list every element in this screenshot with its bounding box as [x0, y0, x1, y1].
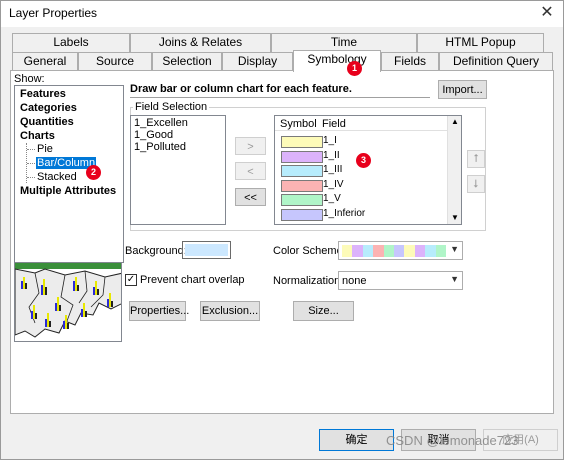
tree-item-stacked[interactable]: Stacked — [37, 171, 77, 183]
scroll-down-icon[interactable]: ▼ — [451, 213, 459, 222]
exclusion-button[interactable]: Exclusion... — [200, 301, 260, 321]
field-column-header: Field — [322, 118, 346, 130]
watermark-text: CSDN @lemonade723 — [386, 433, 519, 448]
symbol-field-name: 1_IV — [323, 178, 344, 190]
background-color-button[interactable] — [182, 241, 231, 259]
annotation-badge-2: 2 — [86, 165, 101, 180]
symbol-column-header: Symbol — [280, 118, 317, 130]
color-scheme-swatch — [394, 245, 405, 257]
symbol-row[interactable]: 1_III — [277, 164, 461, 177]
tree-item-multiple-attributes[interactable]: Multiple Attributes — [20, 185, 116, 197]
symbol-swatch[interactable] — [281, 150, 323, 163]
normalization-label: Normalization: — [273, 275, 344, 287]
tree-connector — [27, 163, 35, 164]
field-item[interactable]: 1_Excellen — [134, 117, 188, 129]
tree-item-pie[interactable]: Pie — [37, 143, 53, 155]
color-scheme-preview — [342, 245, 447, 257]
color-scheme-swatch — [373, 245, 384, 257]
tab-fields[interactable]: Fields — [381, 52, 439, 71]
chart-preview-image — [14, 262, 122, 342]
color-scheme-swatch — [425, 245, 436, 257]
tab-labels[interactable]: Labels — [12, 33, 130, 52]
symbol-row[interactable]: 1_Inferior — [277, 207, 461, 221]
prevent-overlap-checkbox[interactable]: ✓ — [125, 274, 137, 286]
symbol-field-name: 1_II — [323, 149, 340, 161]
window-title: Layer Properties — [9, 6, 98, 20]
color-scheme-label: Color Scheme: — [273, 245, 346, 257]
symbol-field-name: 1_Inferior — [323, 207, 366, 219]
symbology-panel: Show: Features Categories Quantities Cha… — [10, 70, 554, 414]
tab-source[interactable]: Source — [78, 52, 152, 71]
move-up-icon[interactable]: ⭡ — [467, 150, 485, 168]
tree-item-charts[interactable]: Charts — [20, 130, 55, 142]
ok-button[interactable]: 确定 — [319, 429, 394, 451]
symbol-field-name: 1_V — [323, 193, 341, 204]
symbol-row[interactable]: 1_I — [277, 135, 461, 148]
close-icon[interactable]: ✕ — [537, 3, 557, 23]
color-scheme-swatch — [383, 245, 395, 257]
tree-connector — [27, 149, 35, 150]
color-scheme-swatch — [435, 245, 447, 257]
properties-button[interactable]: Properties... — [129, 301, 189, 321]
chevron-down-icon[interactable]: ▼ — [450, 244, 459, 254]
chevron-down-icon[interactable]: ▼ — [450, 274, 459, 284]
normalization-value: none — [342, 275, 367, 287]
add-field-button[interactable]: > — [235, 137, 266, 155]
color-scheme-dropdown[interactable]: ▼ — [338, 241, 463, 260]
field-selection-label: Field Selection — [133, 101, 210, 113]
tab-general[interactable]: General — [12, 52, 78, 71]
color-scheme-swatch — [352, 245, 363, 257]
symbol-field-name: 1_III — [323, 164, 343, 175]
symbol-swatch[interactable] — [281, 165, 323, 177]
color-scheme-swatch — [414, 245, 426, 257]
symbol-field-list[interactable]: Symbol Field 1_I 1_II 1_III 1_IV 1_V 1_Inferi… — [274, 115, 462, 225]
normalization-dropdown[interactable]: none ▼ — [338, 271, 463, 290]
tab-display[interactable]: Display — [222, 52, 293, 71]
remove-field-button[interactable]: < — [235, 162, 266, 180]
tree-item-categories[interactable]: Categories — [20, 102, 77, 114]
color-scheme-swatch — [362, 245, 374, 257]
show-tree: Features Categories Quantities Charts Pi… — [14, 85, 124, 263]
layer-properties-dialog: Layer Properties ✕ Labels Joins & Relate… — [0, 0, 564, 460]
symbol-swatch[interactable] — [281, 136, 323, 148]
symbol-swatch[interactable] — [281, 208, 323, 221]
import-button[interactable]: Import... — [438, 80, 487, 99]
symbol-list-scrollbar[interactable]: ▲ ▼ — [447, 116, 461, 224]
tree-connector — [27, 177, 35, 178]
color-scheme-swatch — [342, 245, 353, 257]
available-fields-list[interactable]: 1_Excellen 1_Good 1_Polluted — [130, 115, 226, 225]
symbol-swatch[interactable] — [281, 194, 323, 206]
show-label: Show: — [14, 73, 45, 85]
title-bar: Layer Properties ✕ — [1, 1, 563, 27]
symbol-field-name: 1_I — [323, 135, 337, 146]
tab-selection[interactable]: Selection — [152, 52, 222, 71]
field-item[interactable]: 1_Polluted — [134, 141, 186, 153]
prevent-overlap-label: Prevent chart overlap — [140, 274, 245, 286]
annotation-badge-3: 3 — [356, 153, 371, 168]
color-scheme-swatch — [404, 245, 415, 257]
tab-html-popup[interactable]: HTML Popup — [417, 33, 544, 52]
annotation-badge-1: 1 — [347, 61, 362, 76]
tab-joins-relates[interactable]: Joins & Relates — [130, 33, 271, 52]
field-item[interactable]: 1_Good — [134, 129, 173, 141]
tree-item-quantities[interactable]: Quantities — [20, 116, 74, 128]
symbol-row[interactable]: 1_V — [277, 193, 461, 206]
chart-description: Draw bar or column chart for each featur… — [130, 83, 352, 95]
size-button[interactable]: Size... — [293, 301, 354, 321]
move-down-icon[interactable]: ⭣ — [467, 175, 485, 193]
symbol-swatch[interactable] — [281, 179, 323, 192]
tab-symbology[interactable]: Symbology — [293, 50, 381, 72]
symbol-list-header: Symbol Field — [275, 116, 461, 131]
tab-definition-query[interactable]: Definition Query — [439, 52, 553, 71]
scroll-up-icon[interactable]: ▲ — [451, 117, 459, 126]
tree-item-features[interactable]: Features — [20, 88, 66, 100]
background-color-swatch — [185, 244, 228, 256]
background-label: Background: — [125, 245, 187, 257]
remove-all-fields-button[interactable]: << — [235, 188, 266, 206]
symbol-row[interactable]: 1_IV — [277, 178, 461, 192]
header-divider — [130, 97, 430, 98]
